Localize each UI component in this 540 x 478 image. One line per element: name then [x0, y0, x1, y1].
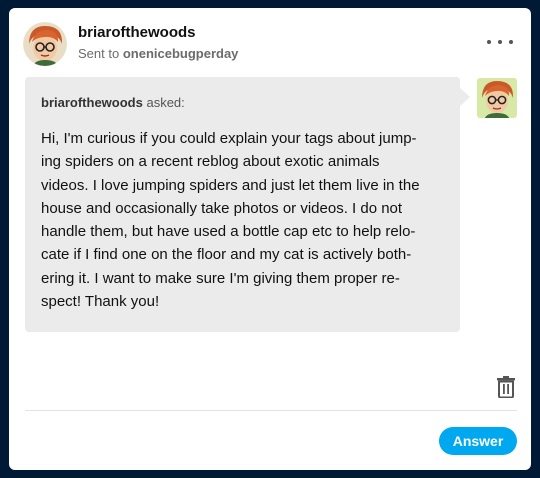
- question-bubble: briarofthewoods asked: Hi, I'm curious i…: [25, 77, 460, 332]
- question-text: Hi, I'm curious if you could explain you…: [41, 130, 420, 311]
- asked-label: asked:: [146, 95, 185, 110]
- username[interactable]: briarofthewoods: [78, 24, 196, 41]
- asker-avatar[interactable]: [477, 78, 517, 118]
- asker-line: briarofthewoods asked:: [41, 95, 185, 110]
- avatar[interactable]: [23, 22, 67, 66]
- trash-icon[interactable]: [496, 376, 516, 399]
- answer-button[interactable]: Answer: [439, 427, 517, 455]
- recipient-link[interactable]: onenicebugperday: [123, 46, 239, 61]
- bubble-tail: [460, 88, 470, 106]
- sent-to-line: Sent to onenicebugperday: [78, 46, 238, 61]
- asker-name[interactable]: briarofthewoods: [41, 95, 143, 110]
- ask-card: briarofthewoods Sent to onenicebugperday…: [9, 8, 531, 470]
- sent-prefix: Sent to: [78, 46, 120, 61]
- ellipsis-icon[interactable]: [487, 32, 513, 52]
- divider: [25, 410, 517, 411]
